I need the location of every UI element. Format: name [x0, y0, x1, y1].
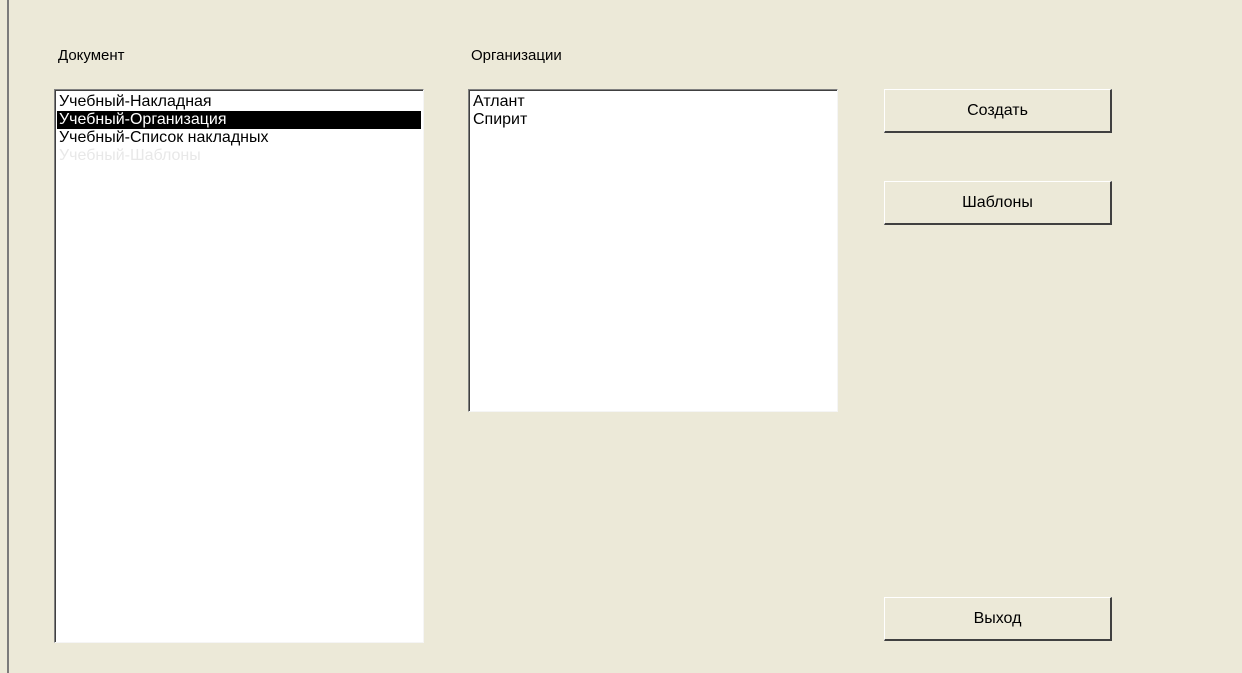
exit-button[interactable]: Выход	[884, 597, 1112, 641]
list-item-organization[interactable]: Атлант	[469, 93, 837, 111]
window-left-border	[7, 0, 9, 673]
templates-button[interactable]: Шаблоны	[884, 181, 1112, 225]
list-item-document-selected[interactable]: Учебный-Организация	[57, 111, 421, 129]
list-item-organization[interactable]: Спирит	[469, 111, 837, 129]
list-item-document[interactable]: Учебный-Накладная	[55, 93, 423, 111]
organizations-listbox[interactable]: Атлант Спирит	[468, 89, 838, 412]
organizations-label: Организации	[471, 47, 562, 64]
list-item-document[interactable]: Учебный-Шаблоны	[55, 147, 423, 165]
list-item-document[interactable]: Учебный-Список накладных	[55, 129, 423, 147]
document-listbox[interactable]: Учебный-Накладная Учебный-Организация Уч…	[54, 89, 424, 643]
create-button[interactable]: Создать	[884, 89, 1112, 133]
document-dialog: Документ Организации Учебный-Накладная У…	[0, 0, 1242, 673]
document-label: Документ	[58, 47, 125, 64]
